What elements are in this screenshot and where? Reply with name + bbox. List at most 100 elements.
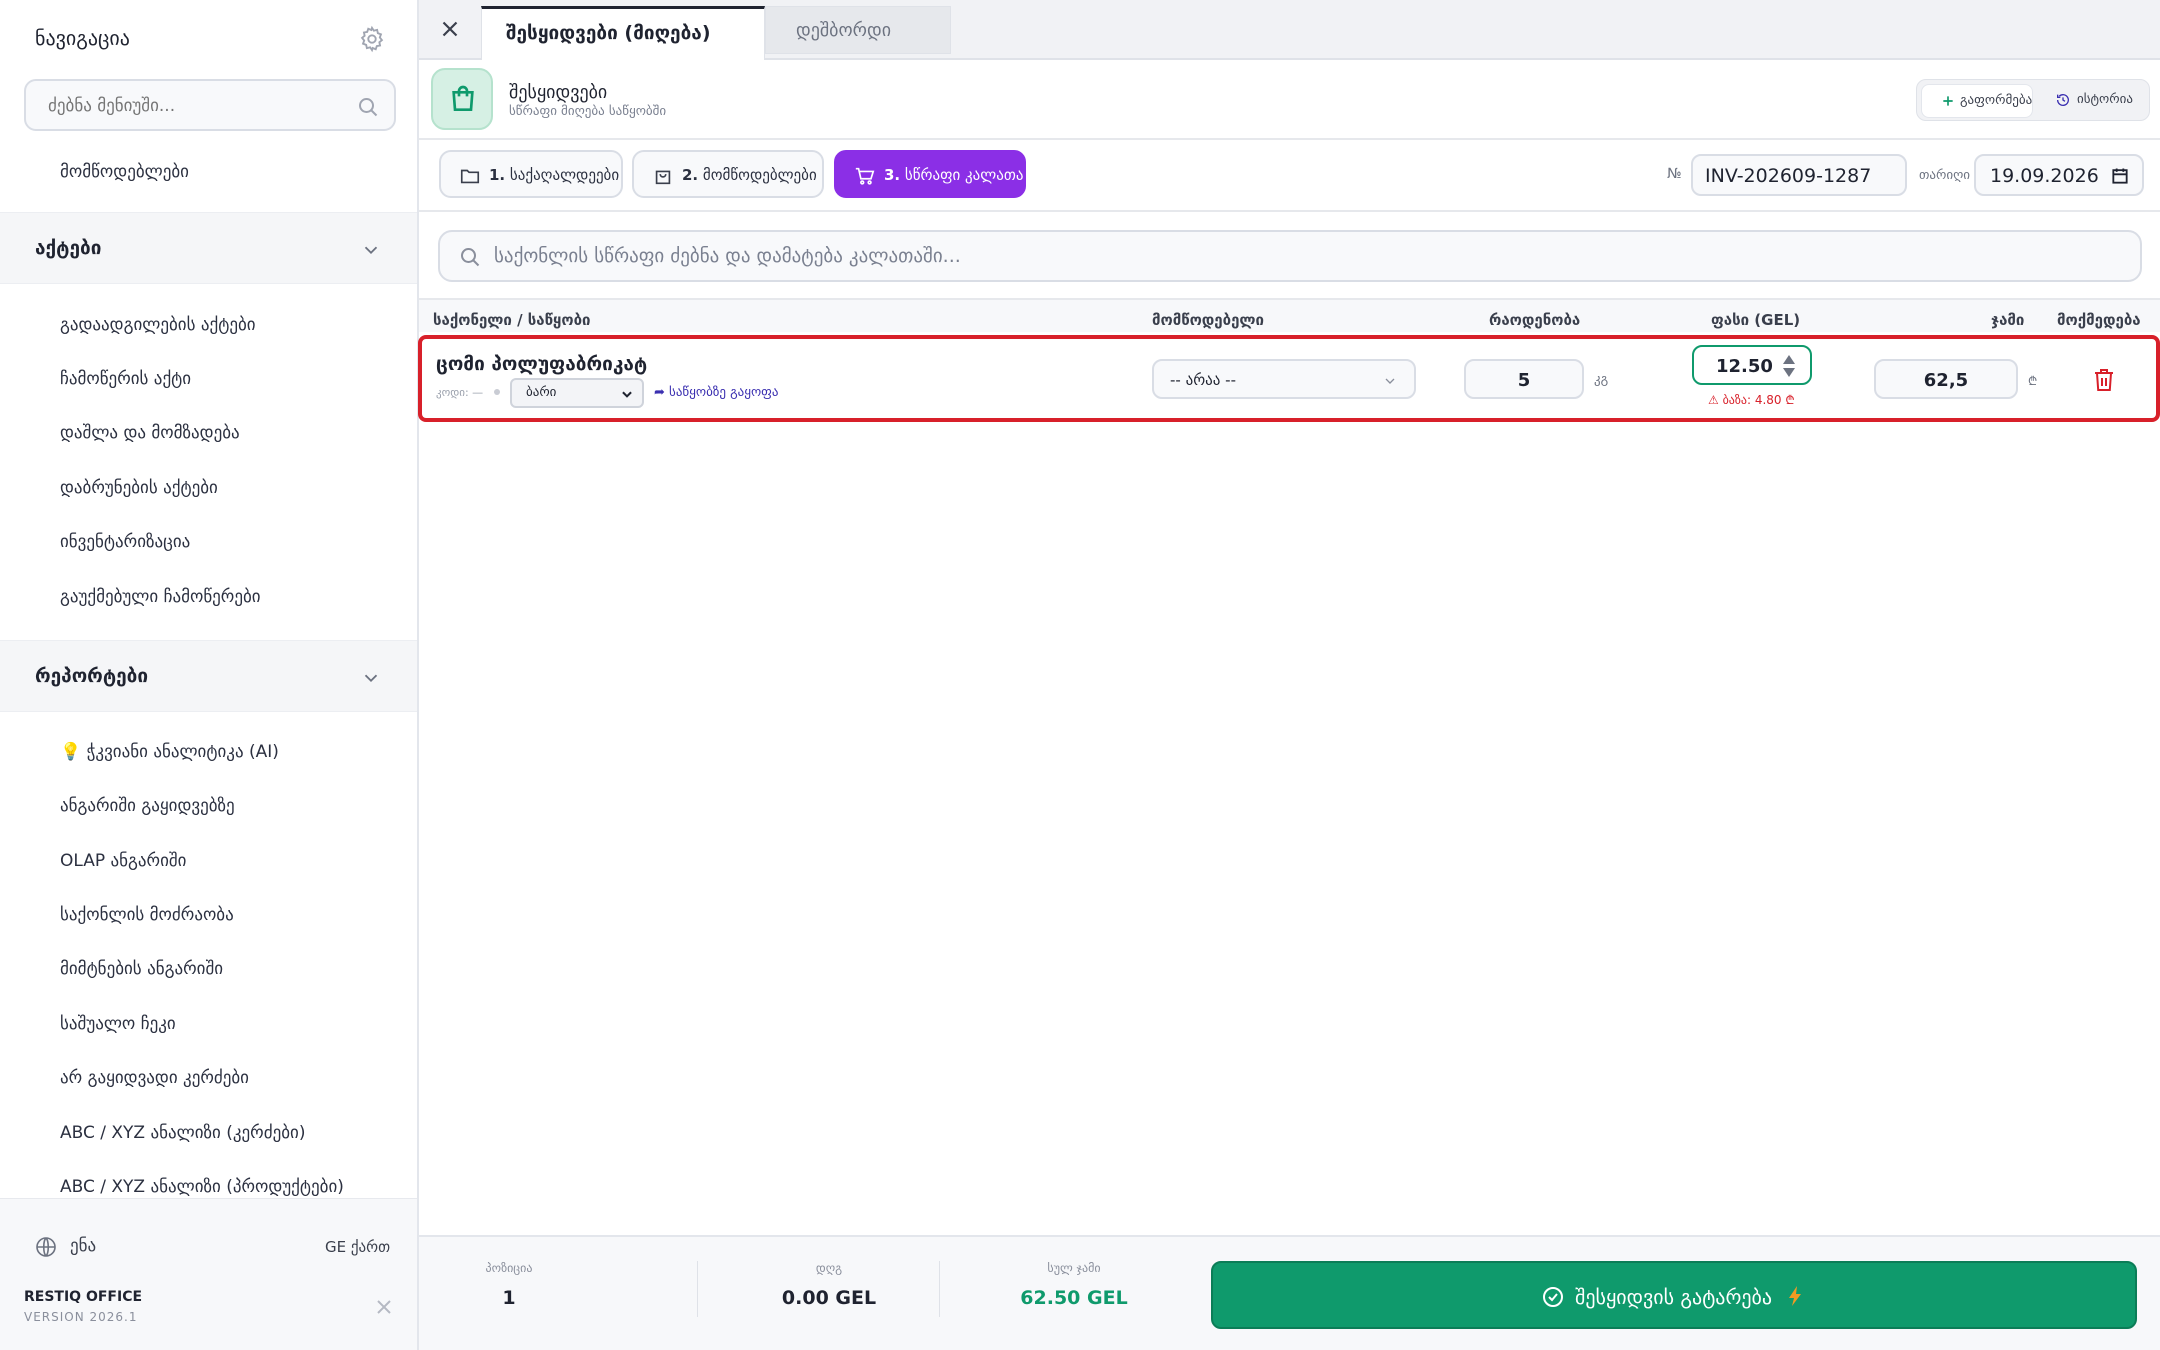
total-stat: სულ ჯამი 62.50 GEL [979,1261,1169,1309]
page-subtitle: სწრაფი მიღება საწყობში [509,104,667,119]
total-value: 62.50 GEL [1020,1287,1128,1309]
currency-label: ₾ [2028,374,2038,388]
divider [697,1261,698,1317]
close-tab-icon[interactable] [437,16,463,42]
sidebar-menu: მომწოდებლები აქტები გადაადგილების აქტები… [0,140,419,1198]
header-actions: გაფორმება ისტორია [1916,79,2150,121]
folder-icon [459,165,481,187]
sidebar-header: ნავიგაცია [0,0,419,78]
sidebar-item-olap[interactable]: OLAP ანგარიში [60,851,186,871]
calendar-icon[interactable] [2110,166,2130,186]
sidebar-item-unsold-dishes[interactable]: არ გაყიდვადი კერძები [60,1068,249,1088]
sidebar-item-relocation-acts[interactable]: გადაადგილების აქტები [60,315,256,335]
vat-stat: დღგ 0.00 GEL [739,1261,919,1309]
sidebar-section-reports[interactable]: რეპორტები [0,640,417,712]
sidebar-search[interactable] [24,79,396,131]
chevron-down-icon [620,387,634,401]
step-label: საქაღალდეები [509,166,620,184]
column-header-product: საქონელი / საწყობი [433,311,591,329]
sidebar-item-inventory[interactable]: ინვენტარიზაცია [60,532,190,552]
tab-bar: შესყიდვები (მიღება) დეშბორდი [419,0,2160,60]
chevron-down-icon [1382,373,1398,389]
brand-name: RESTIQ OFFICE [24,1289,143,1305]
sidebar: ნავიგაცია მომწოდებლები აქტები გადაადგილე… [0,0,419,1350]
tab-dashboard[interactable]: დეშბორდი [765,6,951,54]
sidebar-item-waiters-report[interactable]: მიმტნების ანგარიში [60,959,223,979]
base-price-warning: ⚠ ბაზა: 4.80 ₾ [1708,393,1795,407]
search-icon [356,95,380,119]
sidebar-title: ნავიგაცია [35,26,130,50]
supplier-select[interactable]: -- არაა -- [1152,359,1416,399]
date-field[interactable]: 19.09.2026 [1974,154,2144,196]
step-number: 3. [884,166,901,184]
globe-icon [34,1235,58,1259]
app-version: VERSION 2026.1 [24,1310,138,1324]
sidebar-search-input[interactable] [48,93,348,119]
search-icon [458,245,482,269]
product-search-field[interactable]: საქონლის სწრაფი ძებნა და დამატება კალათა… [438,230,2142,282]
shopping-bag-icon [431,68,493,130]
sidebar-section-acts[interactable]: აქტები [0,212,417,284]
history-icon [2055,92,2071,108]
tab-label: შესყიდვები (მიღება) [506,22,711,44]
trash-icon[interactable] [2092,367,2116,393]
table-row: ცომი პოლუფაბრიკატ კოდი: — ბარი ➦ საწყობზ… [418,335,2160,422]
product-search-placeholder: საქონლის სწრაფი ძებნა და დამატება კალათა… [494,245,961,267]
vat-label: დღგ [815,1261,843,1275]
quantity-value: 5 [1517,370,1531,391]
page-header: შესყიდვები სწრაფი მიღება საწყობში გაფორმ… [419,60,2160,140]
sidebar-item-sales-report[interactable]: ანგარიში გაყიდვებზე [60,796,235,816]
product-name: ცომი პოლუფაბრიკატ [436,353,648,375]
sidebar-item-writeoff-act[interactable]: ჩამოწერის აქტი [60,369,191,389]
submit-purchase-button[interactable]: შესყიდვის გატარება [1211,1261,2137,1329]
sidebar-item-goods-movement[interactable]: საქონლის მოძრაობა [60,905,234,925]
column-header-quantity: რაოდენობა [1489,311,1581,329]
price-input[interactable]: 12.50 [1692,345,1812,385]
split-warehouse-link[interactable]: ➦ საწყობზე გაყოფა [654,385,779,400]
sum-input[interactable]: 62,5 [1874,359,2018,399]
step-folders-button[interactable]: 1. საქაღალდეები [439,150,623,198]
step-quick-cart-button[interactable]: 3. სწრაფი კალათა [834,150,1026,198]
sidebar-item-average-check[interactable]: საშუალო ჩეკი [60,1014,176,1034]
tab-label: დეშბორდი [796,20,892,41]
positions-label: პოზიცია [485,1261,533,1275]
history-button[interactable]: ისტორია [2037,84,2145,118]
chevron-down-icon [360,239,382,261]
cart-icon [854,165,876,187]
sidebar-item-cancelled-writeoffs[interactable]: გაუქმებული ჩამოწერები [60,587,261,607]
positions-stat: პოზიცია 1 [459,1261,559,1309]
quantity-input[interactable]: 5 [1464,359,1584,399]
warehouse-value: ბარი [526,385,557,400]
stepper-icon[interactable] [1780,351,1798,381]
step-suppliers-button[interactable]: 2. მომწოდებლები [632,150,824,198]
product-code: კოდი: — [436,386,484,399]
sidebar-footer: ენა GE ქართ RESTIQ OFFICE VERSION 2026.1 [0,1198,417,1350]
invoice-number-field[interactable]: INV-202609-1287 [1691,154,1907,196]
vat-value: 0.00 GEL [781,1287,877,1309]
warehouse-select[interactable]: ბარი [510,378,644,408]
gear-icon[interactable] [358,25,386,53]
invoice-number-value: INV-202609-1287 [1705,165,1872,187]
tab-purchases[interactable]: შესყიდვები (მიღება) [481,6,765,60]
date-label: თარიღი [1919,168,1971,183]
sidebar-item-disassembly[interactable]: დაშლა და მომზადება [60,423,240,443]
table-header: საქონელი / საწყობი მომწოდებელი რაოდენობა… [419,298,2160,332]
column-header-price: ფასი (GEL) [1711,311,1801,329]
close-icon[interactable] [372,1295,396,1319]
sidebar-section-label: რეპორტები [35,665,149,687]
total-label: სულ ჯამი [1047,1261,1101,1275]
sidebar-item-return-acts[interactable]: დაბრუნების აქტები [60,478,218,498]
sidebar-item-suppliers[interactable]: მომწოდებლები [60,162,189,182]
step-label: მომწოდებლები [702,166,817,184]
expand-button[interactable]: გაფორმება [1921,84,2033,118]
step-number: 1. [489,166,506,184]
sidebar-item-ai-analytics[interactable]: 💡 ჭკვიანი ანალიტიკა (AI) [60,742,279,762]
steps-bar: 1. საქაღალდეები 2. მომწოდებლები 3. სწრაფ… [419,140,2160,212]
sidebar-item-abc-products[interactable]: ABC / XYZ ანალიზი (პროდუქტები) [60,1177,344,1197]
sidebar-item-abc-dishes[interactable]: ABC / XYZ ანალიზი (კერძები) [60,1123,305,1143]
date-value: 19.09.2026 [1990,165,2099,187]
chevron-down-icon [360,667,382,689]
language-selector[interactable]: GE ქართ [325,1238,390,1256]
language-label: ენა [70,1236,97,1256]
invoice-number-label: № [1667,166,1682,182]
